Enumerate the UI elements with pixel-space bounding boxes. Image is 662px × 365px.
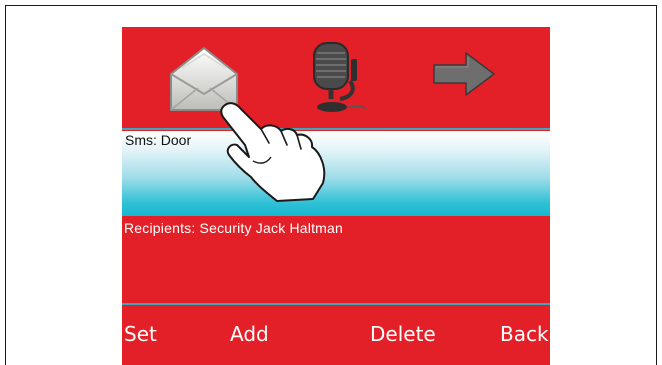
arrow-right-icon[interactable] <box>432 51 496 97</box>
back-softkey[interactable]: Back <box>500 322 549 346</box>
microphone-icon[interactable] <box>306 37 368 117</box>
recipients-text: Recipients: Security Jack Haltman <box>124 220 344 236</box>
divider-bottom <box>122 303 550 305</box>
message-text: Sms: Door <box>125 132 192 148</box>
delete-softkey[interactable]: Delete <box>370 322 436 346</box>
frame-right-border <box>656 5 657 365</box>
envelope-icon[interactable] <box>166 44 242 116</box>
icon-toolbar <box>122 27 550 127</box>
add-softkey[interactable]: Add <box>230 322 269 346</box>
device-screen: Sms: Door Recipients: Security Jack Halt… <box>122 27 550 365</box>
set-softkey[interactable]: Set <box>124 322 157 346</box>
frame-top-border <box>5 5 657 6</box>
message-field[interactable]: Sms: Door <box>122 131 550 216</box>
divider-top <box>122 128 550 130</box>
frame-left-border <box>5 5 6 365</box>
